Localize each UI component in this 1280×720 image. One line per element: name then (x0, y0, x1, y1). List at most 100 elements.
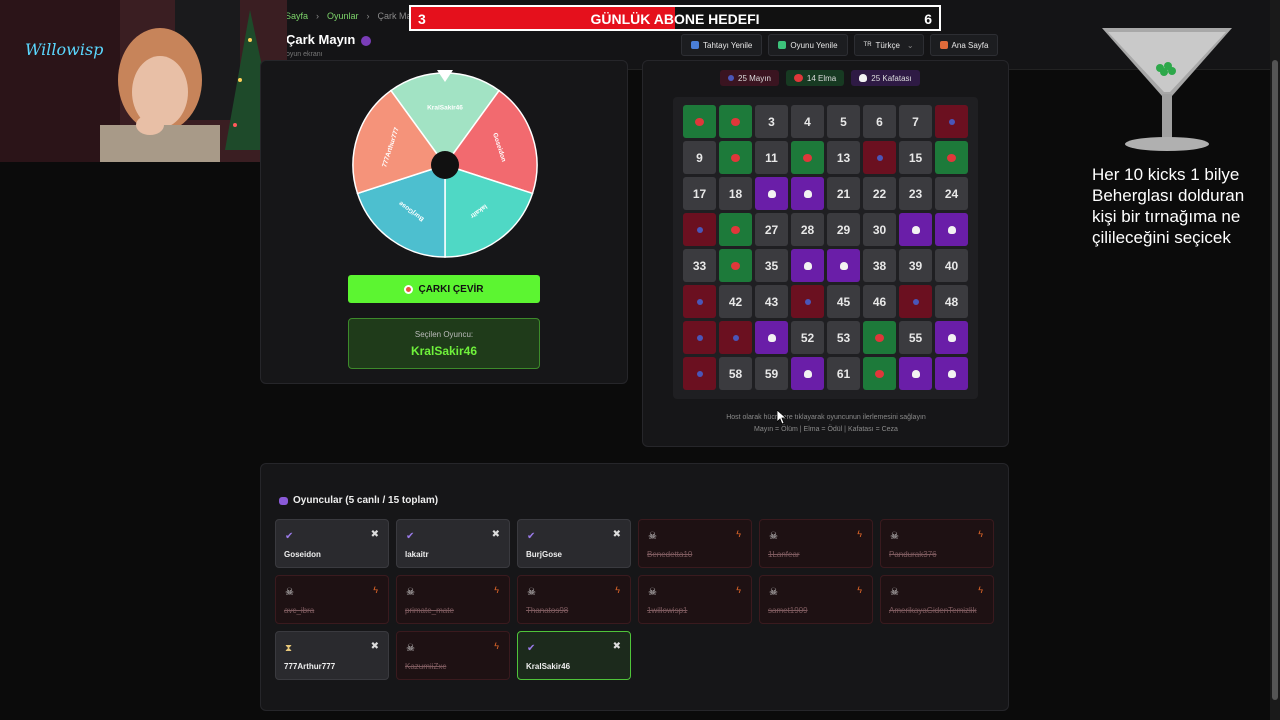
board-cell-apple[interactable] (719, 105, 752, 138)
board-cell[interactable]: 7 (899, 105, 932, 138)
board-cell[interactable]: 42 (719, 285, 752, 318)
board-cell-apple[interactable] (791, 141, 824, 174)
board-cell[interactable]: 59 (755, 357, 788, 390)
player-card[interactable]: ☠ ϟ AmerikayaGidenTemizlik (880, 575, 994, 624)
eliminate-icon[interactable]: ✖ (613, 641, 621, 652)
board-cell-mine[interactable] (791, 285, 824, 318)
board-cell-mine[interactable] (863, 141, 896, 174)
player-card[interactable]: ✔ ✖ KralSakir46 (517, 631, 631, 680)
player-card[interactable]: ☠ ϟ KazumiiZxc (396, 631, 510, 680)
board-cell[interactable]: 17 (683, 177, 716, 210)
board-cell-apple[interactable] (935, 141, 968, 174)
board-cell-apple[interactable] (683, 105, 716, 138)
language-select[interactable]: TR Türkçe ⌄ (853, 34, 924, 56)
board-cell-apple[interactable] (863, 357, 896, 390)
player-card[interactable]: ✔ ✖ Goseidon (275, 519, 389, 568)
board-cell[interactable]: 46 (863, 285, 896, 318)
board-cell-skull[interactable] (935, 321, 968, 354)
board-cell[interactable]: 22 (863, 177, 896, 210)
board-cell[interactable]: 38 (863, 249, 896, 282)
player-card[interactable]: ☠ ϟ samet1909 (759, 575, 873, 624)
board-cell[interactable]: 52 (791, 321, 824, 354)
board-cell-skull[interactable] (827, 249, 860, 282)
board-cell[interactable]: 13 (827, 141, 860, 174)
player-card[interactable]: ☠ ϟ 1Lanfear (759, 519, 873, 568)
scrollbar-thumb[interactable] (1272, 60, 1278, 700)
breadcrumb-games[interactable]: Oyunlar (327, 11, 359, 21)
home-button[interactable]: Ana Sayfa (929, 34, 999, 56)
eliminate-icon[interactable]: ✖ (492, 529, 500, 540)
board-cell-skull[interactable] (935, 357, 968, 390)
player-card[interactable]: ☠ ϟ primate_mate (396, 575, 510, 624)
board-cell[interactable]: 28 (791, 213, 824, 246)
board-cell-skull[interactable] (791, 177, 824, 210)
board-cell[interactable]: 6 (863, 105, 896, 138)
board-cell[interactable]: 43 (755, 285, 788, 318)
player-card[interactable]: ✔ ✖ lakaitr (396, 519, 510, 568)
board-cell[interactable]: 58 (719, 357, 752, 390)
eliminate-icon[interactable]: ✖ (371, 529, 379, 540)
board-cell[interactable]: 3 (755, 105, 788, 138)
board-cell[interactable]: 55 (899, 321, 932, 354)
player-card[interactable]: ☠ ϟ Pandurak376 (880, 519, 994, 568)
board-cell[interactable]: 45 (827, 285, 860, 318)
board-cell-apple[interactable] (719, 249, 752, 282)
player-card[interactable]: ✔ ✖ BurjGose (517, 519, 631, 568)
board-cell[interactable]: 18 (719, 177, 752, 210)
board-cell-mine[interactable] (719, 321, 752, 354)
board-cell-mine[interactable] (683, 357, 716, 390)
board-cell[interactable]: 35 (755, 249, 788, 282)
board-cell[interactable]: 11 (755, 141, 788, 174)
player-card[interactable]: ☠ ϟ Benedetta10 (638, 519, 752, 568)
board-cell-mine[interactable] (899, 285, 932, 318)
scrollbar[interactable] (1270, 0, 1280, 720)
bolt-icon[interactable]: ϟ (857, 585, 862, 595)
board-cell[interactable]: 15 (899, 141, 932, 174)
board-cell[interactable]: 29 (827, 213, 860, 246)
board-cell-mine[interactable] (683, 213, 716, 246)
spin-wheel[interactable]: KralSakir46GoseidonlakaitrBurjGose777Art… (350, 68, 540, 260)
board-cell-apple[interactable] (719, 213, 752, 246)
bolt-icon[interactable]: ϟ (615, 585, 620, 595)
board-cell-mine[interactable] (683, 321, 716, 354)
board-cell[interactable]: 27 (755, 213, 788, 246)
board-cell[interactable]: 30 (863, 213, 896, 246)
board-cell-mine[interactable] (683, 285, 716, 318)
board-cell[interactable]: 4 (791, 105, 824, 138)
board-cell[interactable]: 39 (899, 249, 932, 282)
bolt-icon[interactable]: ϟ (736, 529, 741, 539)
bolt-icon[interactable]: ϟ (978, 585, 983, 595)
bolt-icon[interactable]: ϟ (736, 585, 741, 595)
board-cell[interactable]: 21 (827, 177, 860, 210)
breadcrumb-home[interactable]: Sayfa (285, 11, 308, 21)
board-cell[interactable]: 40 (935, 249, 968, 282)
bolt-icon[interactable]: ϟ (978, 529, 983, 539)
player-card[interactable]: ☠ ϟ 1willowisp1 (638, 575, 752, 624)
player-card[interactable]: ☠ ϟ Thanatos98 (517, 575, 631, 624)
new-game-button[interactable]: Oyunu Yenile (768, 34, 848, 56)
spin-wheel-button[interactable]: ÇARKI ÇEVİR (348, 275, 540, 303)
bolt-icon[interactable]: ϟ (494, 585, 499, 595)
eliminate-icon[interactable]: ✖ (371, 641, 379, 652)
board-cell[interactable]: 23 (899, 177, 932, 210)
board-cell[interactable]: 53 (827, 321, 860, 354)
board-cell-skull[interactable] (791, 249, 824, 282)
board-cell-skull[interactable] (791, 357, 824, 390)
board-cell-mine[interactable] (935, 105, 968, 138)
player-card[interactable]: ⧗ ✖ 777Arthur777 (275, 631, 389, 680)
board-cell[interactable]: 48 (935, 285, 968, 318)
bolt-icon[interactable]: ϟ (494, 641, 499, 651)
board-cell-apple[interactable] (719, 141, 752, 174)
board-cell[interactable]: 5 (827, 105, 860, 138)
board-cell[interactable]: 9 (683, 141, 716, 174)
refresh-board-button[interactable]: Tahtayı Yenile (681, 34, 763, 56)
board-cell-skull[interactable] (899, 357, 932, 390)
board-cell-apple[interactable] (863, 321, 896, 354)
board-cell[interactable]: 24 (935, 177, 968, 210)
bolt-icon[interactable]: ϟ (373, 585, 378, 595)
player-card[interactable]: ☠ ϟ avc_ibra (275, 575, 389, 624)
board-cell-skull[interactable] (755, 177, 788, 210)
eliminate-icon[interactable]: ✖ (613, 529, 621, 540)
board-cell-skull[interactable] (755, 321, 788, 354)
board-cell[interactable]: 33 (683, 249, 716, 282)
